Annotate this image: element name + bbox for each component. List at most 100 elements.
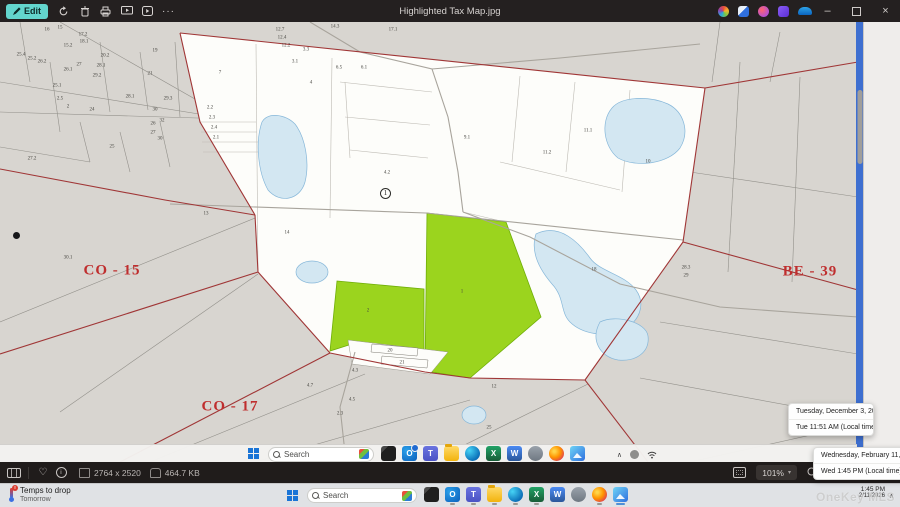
system-tray: ∧ 1:45 PM 2/11/2026 [889,484,894,507]
map-parcel-label: 6.5 [336,66,342,71]
map-parcel-label: 27 [151,131,156,136]
favorite-heart-icon[interactable]: ♡ [34,465,52,481]
map-parcel-label: 28.1 [126,95,135,100]
map-parcel-label: 7 [219,71,222,76]
map-parcel-label: 4.5 [349,398,355,403]
more-icon[interactable]: ··· [158,3,179,19]
search-placeholder: Search [284,450,355,459]
map-parcel-label: 30 [153,108,158,113]
video-editor-icon[interactable] [137,3,158,19]
desktop: { "titlebar": { "edit_label": "Edit", "t… [0,0,900,506]
map-parcel-label: 21 [400,361,405,366]
notepad-taskbar-icon [381,446,396,463]
rotate-icon[interactable] [53,3,74,19]
weather-headline: Temps to drop [20,486,71,496]
map-parcel-label: 9.1 [464,136,470,141]
map-parcel-label: 3.1 [292,60,298,65]
image-filesize: 464.7 KB [150,468,200,478]
maximize-button[interactable] [842,0,871,22]
excel-taskbar-icon[interactable]: X [529,487,544,504]
map-parcel-label: 24 [90,108,95,113]
print-icon[interactable] [95,3,116,19]
map-parcel-label: 25.2 [28,57,37,62]
edge-taskbar-icon [465,446,480,463]
map-parcel-label: 29.3 [164,97,173,102]
clock-date: 2/11/2026 [859,493,885,500]
map-parcel-label: 2.5 [57,97,63,102]
map-parcel-label: 26 [151,122,156,127]
outlook-taskbar-icon: O [402,446,417,463]
taskbar-clock[interactable]: 1:45 PM 2/11/2026 [859,486,885,500]
teams-taskbar-icon[interactable]: T [466,487,481,504]
photos-titlebar: Edit ··· Highlighted Tax Map.jpg – × [0,0,900,22]
map-parcel-label: 12.4 [278,36,287,41]
map-parcel-label: 2.4 [211,126,217,131]
word-taskbar-icon[interactable]: W [550,487,565,504]
map-parcel-label: 1 [461,290,464,295]
firefox-taskbar-icon[interactable] [592,487,607,504]
map-point-marker [13,232,20,239]
taskbar-apps: OT XW [424,487,628,504]
edit-button[interactable]: Edit [6,4,48,19]
photos-taskbar-icon[interactable] [613,487,628,504]
map-parcel-label: 29 [684,274,689,279]
map-region-label: CO - 15 [84,264,141,279]
onedrive-tray-icon [630,450,639,459]
start-button[interactable] [287,490,299,502]
close-button[interactable]: × [871,0,900,22]
map-parcel-label: 27 [77,63,82,68]
map-parcel-label: 2.2 [207,106,213,111]
zoom-level-dropdown[interactable]: 101% ▾ [756,465,797,480]
map-parcel-label: 27.2 [28,157,37,162]
map-parcel-label: 29.2 [93,74,102,79]
clock-time: 1:45 PM [859,486,885,493]
slideshow-icon[interactable] [116,3,137,19]
tooltip-time: Tue 11:51 AM (Local time) [789,420,873,435]
outlook-taskbar-icon[interactable]: O [445,487,460,504]
settings-taskbar-icon[interactable] [571,487,586,504]
map-parcel-label: 4 [310,81,313,86]
minimize-button[interactable]: – [813,0,842,22]
map-parcel-label: 26.2 [38,60,47,65]
titlebar-shortcut-icons [718,0,812,22]
map-parcel-label: 25 [110,145,115,150]
edge-taskbar-icon[interactable] [508,487,523,504]
map-parcel-label: 13 [204,212,209,217]
screenshot-clock-tooltip: Tuesday, December 3, 2024 Tue 11:51 AM (… [788,403,874,436]
excel-taskbar-icon: X [486,446,501,463]
search-highlight-icon [359,449,369,459]
thermometer-icon: ! [7,487,15,502]
map-parcel-label: 12.2 [282,44,291,49]
zoom-level-value: 101% [762,468,784,478]
map-region-label: BE - 39 [783,265,838,280]
filmstrip-icon[interactable] [5,465,23,481]
notepad-taskbar-icon[interactable] [424,487,439,504]
taskbar-search-box[interactable]: Search [307,488,417,503]
map-region-label: CO - 17 [202,400,259,415]
chevron-up-icon[interactable]: ∧ [889,492,894,500]
taskbar-center: Search OT XW [287,484,628,507]
tooltip-date: Tuesday, December 3, 2024 [789,404,873,419]
search-icon [273,451,280,458]
clipchamp-icon[interactable] [758,6,769,17]
info-icon[interactable]: i [52,465,70,481]
map-parcel-label: 18 [592,268,597,273]
snipping-icon[interactable] [738,6,749,17]
photo-viewer-canvas[interactable]: CO - 15BE - 39CO - 17 161517.218.115.219… [0,22,900,462]
firefox-taskbar-icon [549,446,564,463]
onedrive-cloud-icon[interactable] [798,7,812,15]
delete-icon[interactable] [74,3,95,19]
map-parcel-label: 17.1 [389,28,398,33]
map-parcel-label: 4.2 [384,171,390,176]
map-parcel-label: 19 [153,49,158,54]
map-parcel-label: 14.3 [331,25,340,30]
viewer-scrollbar-thumb[interactable] [858,90,863,164]
color-wheel-icon[interactable] [718,6,729,17]
fit-screen-icon[interactable] [733,467,746,478]
taskbar-weather-widget[interactable]: ! Temps to drop Tomorrow [7,486,71,503]
window-controls: – × [813,0,900,22]
folder-taskbar-icon[interactable] [487,487,502,504]
map-parcel-label: 2.1 [213,136,219,141]
designer-icon[interactable] [778,6,789,17]
search-icon [312,492,319,499]
